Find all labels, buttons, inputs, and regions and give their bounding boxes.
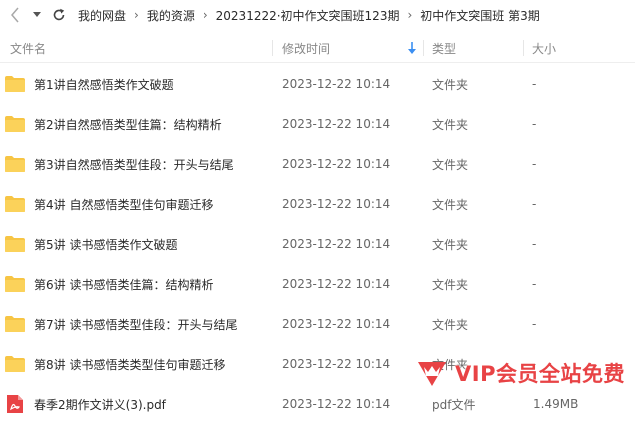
- file-mtime: 2023-12-22 10:14: [282, 157, 391, 171]
- file-type: 文件夹: [432, 317, 469, 332]
- folder-icon: [4, 224, 26, 264]
- folder-icon: [4, 344, 26, 384]
- file-name[interactable]: 第6讲 读书感悟类佳篇：结构精析: [34, 264, 213, 304]
- file-name[interactable]: 第8讲 读书感悟类类型佳句审题迁移: [34, 344, 225, 384]
- table-row[interactable]: 第5讲 读书感悟类作文破题 2023-12-22 10:14 文件夹 -: [0, 224, 635, 264]
- pdf-file-icon: [4, 384, 24, 424]
- file-name[interactable]: 第5讲 读书感悟类作文破题: [34, 224, 177, 264]
- breadcrumb: 我的网盘 › 我的资源 › 20231222·初中作文突围班123期 › 初中作…: [78, 7, 540, 24]
- file-mtime: 2023-12-22 10:14: [282, 277, 391, 291]
- file-mtime: 2023-12-22 10:14: [282, 77, 391, 91]
- file-size: -: [532, 197, 537, 211]
- file-type: 文件夹: [432, 117, 469, 132]
- column-header-type[interactable]: 类型: [432, 34, 456, 62]
- file-type: 文件夹: [432, 197, 469, 212]
- table-row[interactable]: 第4讲 自然感悟类型佳句审题迁移 2023-12-22 10:14 文件夹 -: [0, 184, 635, 224]
- file-mtime: 2023-12-22 10:14: [282, 197, 391, 211]
- file-mtime: 2023-12-22 10:14: [282, 237, 391, 251]
- history-dropdown-button[interactable]: [26, 0, 48, 30]
- breadcrumb-separator-icon: ›: [407, 8, 413, 22]
- breadcrumb-item[interactable]: 我的网盘: [78, 7, 126, 24]
- file-name[interactable]: 春季2期作文讲义(3).pdf: [34, 384, 166, 424]
- toolbar: 我的网盘 › 我的资源 › 20231222·初中作文突围班123期 › 初中作…: [0, 0, 635, 30]
- column-divider[interactable]: [523, 40, 524, 56]
- file-size: -: [532, 277, 537, 291]
- table-row[interactable]: 第6讲 读书感悟类佳篇：结构精析 2023-12-22 10:14 文件夹 -: [0, 264, 635, 304]
- file-name[interactable]: 第3讲自然感悟类型佳段：开头与结尾: [34, 144, 234, 184]
- breadcrumb-item-current[interactable]: 初中作文突围班 第3期: [420, 7, 539, 24]
- folder-icon: [4, 104, 26, 144]
- file-name[interactable]: 第7讲 读书感悟类型佳段：开头与结尾: [34, 304, 237, 344]
- folder-icon: [4, 144, 26, 184]
- folder-icon: [4, 64, 26, 104]
- file-size: -: [532, 117, 537, 131]
- folder-icon: [4, 304, 26, 344]
- refresh-button[interactable]: [48, 0, 70, 30]
- file-name[interactable]: 第2讲自然感悟类型佳篇：结构精析: [34, 104, 222, 144]
- table-row[interactable]: 第2讲自然感悟类型佳篇：结构精析 2023-12-22 10:14 文件夹 -: [0, 104, 635, 144]
- column-header-size[interactable]: 大小: [532, 34, 556, 62]
- file-type: 文件夹: [432, 157, 469, 172]
- file-mtime: 2023-12-22 10:14: [282, 397, 391, 411]
- sort-down-arrow-icon: [408, 42, 416, 54]
- file-mtime: 2023-12-22 10:14: [282, 117, 391, 131]
- file-type: 文件夹: [432, 237, 469, 252]
- caret-down-icon: [33, 12, 41, 17]
- watermark-text: VIP会员全站免费: [455, 362, 625, 386]
- breadcrumb-separator-icon: ›: [202, 8, 208, 22]
- table-row[interactable]: 第3讲自然感悟类型佳段：开头与结尾 2023-12-22 10:14 文件夹 -: [0, 144, 635, 184]
- file-type: 文件夹: [432, 277, 469, 292]
- file-type: 文件夹: [432, 77, 469, 92]
- breadcrumb-separator-icon: ›: [134, 8, 139, 22]
- table-row[interactable]: 第1讲自然感悟类作文破题 2023-12-22 10:14 文件夹 -: [0, 64, 635, 104]
- file-name[interactable]: 第1讲自然感悟类作文破题: [34, 64, 174, 104]
- file-mtime: 2023-12-22 10:14: [282, 317, 391, 331]
- file-size: -: [532, 317, 537, 331]
- file-name[interactable]: 第4讲 自然感悟类型佳句审题迁移: [34, 184, 213, 224]
- table-header: 文件名 修改时间 类型 大小: [0, 34, 635, 63]
- column-header-mtime[interactable]: 修改时间: [282, 34, 422, 62]
- file-size: -: [532, 157, 537, 171]
- folder-icon: [4, 264, 26, 304]
- breadcrumb-item[interactable]: 20231222·初中作文突围班123期: [216, 7, 400, 24]
- folder-icon: [4, 184, 26, 224]
- vip-crown-icon: [418, 362, 446, 386]
- back-button[interactable]: [4, 0, 26, 30]
- file-size: -: [532, 237, 537, 251]
- file-mtime: 2023-12-22 10:14: [282, 357, 391, 371]
- vip-watermark: VIP会员全站免费: [415, 350, 635, 396]
- column-divider[interactable]: [423, 40, 424, 56]
- file-size: -: [532, 77, 537, 91]
- column-header-name[interactable]: 文件名: [10, 34, 46, 62]
- table-row[interactable]: 第7讲 读书感悟类型佳段：开头与结尾 2023-12-22 10:14 文件夹 …: [0, 304, 635, 344]
- chevron-left-icon: [11, 7, 19, 23]
- refresh-icon: [53, 8, 65, 21]
- column-divider[interactable]: [272, 40, 273, 56]
- breadcrumb-item[interactable]: 我的资源: [147, 7, 195, 24]
